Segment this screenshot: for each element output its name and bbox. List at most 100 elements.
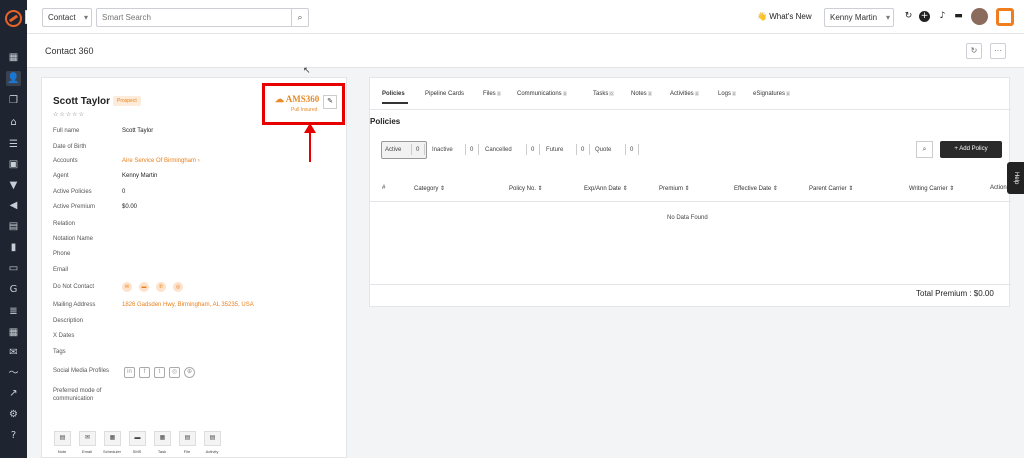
dnc-other-icon[interactable]: ◎	[173, 282, 183, 292]
globe-icon[interactable]: ⊕	[184, 367, 195, 378]
column-header[interactable]: Category ⇕	[414, 185, 445, 192]
field-label: Full name	[53, 128, 80, 134]
total-divider	[370, 284, 1011, 285]
tab-communications[interactable]: Communications 0	[517, 91, 567, 97]
tab-files[interactable]: Files 0	[483, 91, 501, 97]
tab-count-badge: 0	[786, 91, 791, 96]
bell-icon[interactable]: ♪	[937, 11, 948, 22]
mail-icon[interactable]: ✉	[6, 345, 21, 360]
g-icon[interactable]: G	[6, 282, 21, 297]
filter-divider	[424, 144, 425, 155]
field-value[interactable]: 1826 Gadsden Hwy, Birmingham, AL 35235, …	[122, 302, 254, 308]
documents-icon[interactable]: ❐	[6, 93, 21, 108]
field-value: Kenny Martin	[122, 173, 158, 179]
filter-divider	[589, 144, 590, 155]
chat-icon[interactable]: ▬	[953, 11, 964, 22]
action-scheduler-button[interactable]: ▦	[104, 431, 121, 446]
tab-tasks[interactable]: Tasks 0	[593, 91, 614, 97]
help-button[interactable]: Help	[1007, 162, 1024, 194]
app-launcher-icon[interactable]	[996, 8, 1014, 26]
add-icon[interactable]: +	[919, 11, 930, 22]
field-label: Accounts	[53, 158, 78, 164]
filter-quote[interactable]: Quote	[595, 142, 611, 158]
field-label: Social Media Profiles	[53, 368, 110, 374]
filter-inactive[interactable]: Inactive	[432, 142, 453, 158]
tab-label: Communications	[517, 91, 562, 97]
search-icon[interactable]: ⌕	[916, 141, 933, 158]
dnc-sms-icon[interactable]: ▬	[139, 282, 149, 292]
tab-policies[interactable]: Policies	[382, 91, 405, 97]
action-task-button[interactable]: ▦	[154, 431, 171, 446]
more-options-button[interactable]: ···	[990, 43, 1006, 59]
action-file-button[interactable]: ▤	[179, 431, 196, 446]
refresh-page-button[interactable]: ↻	[966, 43, 982, 59]
tab-logs[interactable]: Logs 0	[718, 91, 737, 97]
line-chart-icon[interactable]: ↗	[6, 386, 21, 401]
action-label: Email	[81, 449, 92, 454]
search-input[interactable]	[96, 8, 292, 27]
dnc-email-icon[interactable]: ✉	[122, 282, 132, 292]
active-tab-underline	[382, 102, 408, 104]
chart-bars-icon[interactable]: ▮	[6, 240, 21, 255]
tab-notes[interactable]: Notes 0	[631, 91, 652, 97]
tab-pipeline-cards[interactable]: Pipeline Cards	[425, 91, 464, 97]
filter-active[interactable]: Active	[385, 142, 401, 158]
bank-icon[interactable]: ⌂	[6, 115, 21, 130]
twitter-icon[interactable]: t	[154, 367, 165, 378]
page-header: Contact 360 ↻ ···	[27, 34, 1024, 68]
action-sms-button[interactable]: ▬	[129, 431, 146, 446]
stack-icon[interactable]: ≣	[6, 304, 21, 319]
tab-activities[interactable]: Activities 0	[670, 91, 699, 97]
column-header[interactable]: Effective Date ⇕	[734, 185, 778, 192]
brand-logo[interactable]	[5, 10, 22, 27]
filter-icon[interactable]: ▼	[6, 178, 21, 193]
filter-divider	[465, 144, 466, 155]
mouse-cursor-icon: ↖	[303, 65, 311, 75]
column-header[interactable]: Exp/Ann Date ⇕	[584, 185, 628, 192]
filter-future[interactable]: Future	[546, 142, 563, 158]
folder-icon[interactable]: ▭	[6, 261, 21, 276]
clipboard-icon[interactable]: ▤	[6, 219, 21, 234]
megaphone-icon[interactable]: ◀	[6, 198, 21, 213]
linkedin-icon[interactable]: in	[124, 367, 135, 378]
avatar[interactable]	[971, 8, 988, 25]
whats-new-link[interactable]: 👋 What's New	[757, 12, 812, 21]
topbar: Contact ⌕ 👋 What's New Kenny Martin ↻ + …	[27, 0, 1024, 34]
action-activity-button[interactable]: ▤	[204, 431, 221, 446]
filter-count: 0	[531, 147, 535, 153]
card-icon[interactable]: ▣	[6, 157, 21, 172]
settings-icon[interactable]: ⚙	[6, 407, 21, 422]
facebook-icon[interactable]: f	[139, 367, 150, 378]
policies-panel: Policies Pipeline Cards Files 0 Communicatio…	[369, 77, 1011, 307]
action-email-button[interactable]: ✉	[79, 431, 96, 446]
add-policy-button[interactable]: + Add Policy	[940, 141, 1002, 158]
module-select[interactable]: Contact	[42, 8, 92, 27]
agent-select[interactable]: Kenny Martin	[824, 8, 894, 27]
rating-stars[interactable]: ☆☆☆☆☆	[53, 111, 85, 118]
calendar-icon[interactable]: ▦	[6, 325, 21, 340]
field-value[interactable]: Aire Service Of Birmingham ›	[122, 158, 200, 164]
column-header[interactable]: Policy No. ⇕	[509, 185, 543, 192]
ams360-logo[interactable]: ☁ AMS360	[275, 94, 319, 105]
trend-icon[interactable]: 〜	[6, 366, 21, 381]
column-header[interactable]: Writing Carrier ⇕	[909, 185, 954, 192]
contacts-icon[interactable]: 👤	[6, 71, 21, 86]
section-title: Policies	[370, 117, 401, 126]
help-circle-icon[interactable]: ?	[6, 428, 21, 443]
column-header: #	[382, 185, 386, 191]
filter-cancelled[interactable]: Cancelled	[485, 142, 512, 158]
dashboard-icon[interactable]: ▦	[6, 50, 21, 65]
dnc-phone-icon[interactable]: ✆	[156, 282, 166, 292]
column-header[interactable]: Parent Carrier ⇕	[809, 185, 853, 192]
refresh-icon[interactable]: ↻	[903, 11, 914, 22]
field-label: Do Not Contact	[53, 284, 95, 290]
tab-esignatures[interactable]: eSignatures 0	[753, 91, 791, 97]
pull-insured-link[interactable]: Pull Insured	[291, 107, 317, 113]
instagram-icon[interactable]: ◎	[169, 367, 180, 378]
edit-icon[interactable]: ✎	[323, 95, 337, 109]
list-icon[interactable]: ☰	[6, 137, 21, 152]
tab-count-badge: 0	[609, 91, 614, 96]
action-note-button[interactable]: ▤	[54, 431, 71, 446]
column-header[interactable]: Premium ⇕	[659, 185, 690, 192]
search-icon[interactable]: ⌕	[291, 8, 309, 27]
